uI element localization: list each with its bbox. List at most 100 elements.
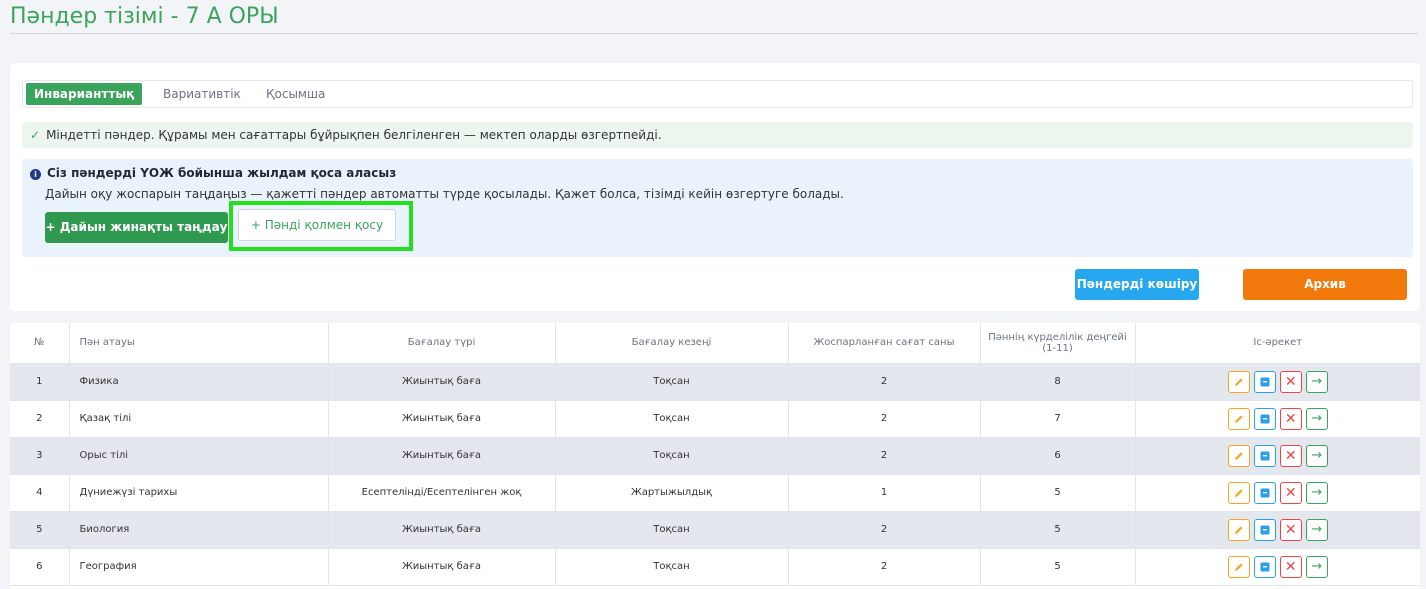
arrow-right-icon[interactable]: → [1305, 481, 1328, 504]
select-ready-set-button[interactable]: + Дайын жинақты таңдау [45, 212, 228, 243]
assessment-type: Есептелінді/Есептелінген жоқ [328, 474, 556, 512]
header-actions: Іс-әрекет [1135, 323, 1420, 364]
table-row: 4 Дүниежүзі тарихы Есептелінді/Есептелінге… [10, 474, 1420, 512]
success-message: Міндетті пәндер. Құрамы мен сағаттары бұ… [46, 128, 662, 142]
pencil-icon[interactable] [1227, 518, 1250, 541]
check-icon: ✓ [30, 128, 41, 142]
archive-box-icon[interactable] [1253, 444, 1276, 467]
arrow-right-icon[interactable]: → [1305, 555, 1328, 578]
subject-name: Қазақ тілі [69, 400, 329, 438]
table-row: 5 Биология Жиынтық баға Тоқсан 2 5 ✕ → [10, 511, 1420, 549]
pencil-icon[interactable] [1227, 481, 1250, 504]
title-divider [10, 33, 1418, 34]
arrow-right-icon[interactable]: → [1305, 444, 1328, 467]
planned-hours: 1 [788, 474, 981, 512]
assessment-period: Тоқсан [555, 400, 789, 438]
class-name: 7 А ОРЫ [185, 4, 279, 29]
pencil-icon[interactable] [1227, 370, 1250, 393]
tab-invariant[interactable]: Инварианттық [26, 83, 143, 105]
close-icon[interactable]: ✕ [1279, 370, 1302, 393]
row-actions: ✕ → [1135, 437, 1420, 475]
copy-subjects-button[interactable]: Пәндерді көшіру [1075, 269, 1199, 300]
complexity-level: 5 [980, 511, 1136, 549]
assessment-period: Тоқсан [555, 363, 789, 401]
assessment-period: Тоқсан [555, 548, 789, 586]
arrow-right-icon[interactable]: → [1305, 407, 1328, 430]
header-assessment-type: Бағалау түрі [328, 323, 556, 364]
row-actions: ✕ → [1135, 400, 1420, 438]
planned-hours: 2 [788, 400, 981, 438]
subject-name: Орыс тілі [69, 437, 329, 475]
pencil-icon[interactable] [1227, 407, 1250, 430]
row-actions: ✕ → [1135, 363, 1420, 401]
table-row: 6 География Жиынтық баға Тоқсан 2 5 ✕ → [10, 548, 1420, 586]
close-icon[interactable]: ✕ [1279, 481, 1302, 504]
table-row: 3 Орыс тілі Жиынтық баға Тоқсан 2 6 ✕ → [10, 437, 1420, 475]
add-subject-manually-button[interactable]: + Пәнді қолмен қосу [238, 209, 396, 241]
assessment-type: Жиынтық баға [328, 400, 556, 438]
pencil-icon[interactable] [1227, 555, 1250, 578]
subject-name: Физика [69, 363, 329, 401]
subject-name: География [69, 548, 329, 586]
close-icon[interactable]: ✕ [1279, 555, 1302, 578]
info-box: i Сіз пәндерді ҮОЖ бойынша жылдам қоса ал… [22, 159, 1413, 257]
table-row: 2 Қазақ тілі Жиынтық баға Тоқсан 2 7 ✕ → [10, 400, 1420, 438]
tab-variative[interactable]: Вариативтік [155, 83, 249, 105]
planned-hours: 2 [788, 548, 981, 586]
close-icon[interactable]: ✕ [1279, 518, 1302, 541]
header-number: № [10, 323, 70, 364]
close-icon[interactable]: ✕ [1279, 407, 1302, 430]
assessment-type: Жиынтық баға [328, 511, 556, 549]
info-title: i Сіз пәндерді ҮОЖ бойынша жылдам қоса ал… [30, 166, 396, 180]
complexity-level: 6 [980, 437, 1136, 475]
page-title-separator: - [170, 4, 179, 29]
row-actions: ✕ → [1135, 474, 1420, 512]
header-subject-name: Пән атауы [69, 323, 329, 364]
row-number: 6 [10, 548, 70, 586]
row-number: 3 [10, 437, 70, 475]
row-number: 1 [10, 363, 70, 401]
assessment-type: Жиынтық баға [328, 437, 556, 475]
assessment-period: Тоқсан [555, 437, 789, 475]
page-title-text: Пәндер тізімі [10, 4, 164, 29]
assessment-type: Жиынтық баға [328, 363, 556, 401]
planned-hours: 2 [788, 511, 981, 549]
assessment-type: Жиынтық баға [328, 548, 556, 586]
tab-additional[interactable]: Қосымша [258, 83, 333, 105]
category-tabs: Инварианттық Вариативтік Қосымша [22, 80, 1413, 108]
row-number: 2 [10, 400, 70, 438]
row-number: 5 [10, 511, 70, 549]
subject-name: Дүниежүзі тарихы [69, 474, 329, 512]
success-notice: ✓ Міндетті пәндер. Құрамы мен сағаттары б… [22, 122, 1413, 148]
row-actions: ✕ → [1135, 511, 1420, 549]
archive-box-icon[interactable] [1253, 481, 1276, 504]
archive-box-icon[interactable] [1253, 370, 1276, 393]
archive-box-icon[interactable] [1253, 407, 1276, 430]
assessment-period: Жартыжылдық [555, 474, 789, 512]
archive-box-icon[interactable] [1253, 518, 1276, 541]
planned-hours: 2 [788, 363, 981, 401]
page-title: Пәндер тізімі - 7 А ОРЫ [10, 4, 279, 29]
subjects-panel: Инварианттық Вариативтік Қосымша ✓ Міндет… [10, 63, 1420, 311]
assessment-period: Тоқсан [555, 511, 789, 549]
arrow-right-icon[interactable]: → [1305, 518, 1328, 541]
planned-hours: 2 [788, 437, 981, 475]
archive-box-icon[interactable] [1253, 555, 1276, 578]
arrow-right-icon[interactable]: → [1305, 370, 1328, 393]
header-planned-hours: Жоспарланған сағат саны [788, 323, 981, 364]
table-row: 1 Физика Жиынтық баға Тоқсан 2 8 ✕ → [10, 363, 1420, 401]
archive-button[interactable]: Архив [1243, 269, 1407, 300]
close-icon[interactable]: ✕ [1279, 444, 1302, 467]
row-number: 4 [10, 474, 70, 512]
info-icon: i [30, 169, 41, 180]
table-header-row: № Пән атауы Бағалау түрі Бағалау кезеңі … [10, 323, 1420, 364]
subjects-table: № Пән атауы Бағалау түрі Бағалау кезеңі … [10, 323, 1420, 589]
complexity-level: 5 [980, 474, 1136, 512]
complexity-level: 5 [980, 548, 1136, 586]
subject-name: Биология [69, 511, 329, 549]
info-title-text: Сіз пәндерді ҮОЖ бойынша жылдам қоса ала… [47, 166, 397, 180]
header-complexity: Пәннің күрделілік деңгейі (1-11) [980, 323, 1136, 364]
row-actions: ✕ → [1135, 548, 1420, 586]
pencil-icon[interactable] [1227, 444, 1250, 467]
complexity-level: 8 [980, 363, 1136, 401]
